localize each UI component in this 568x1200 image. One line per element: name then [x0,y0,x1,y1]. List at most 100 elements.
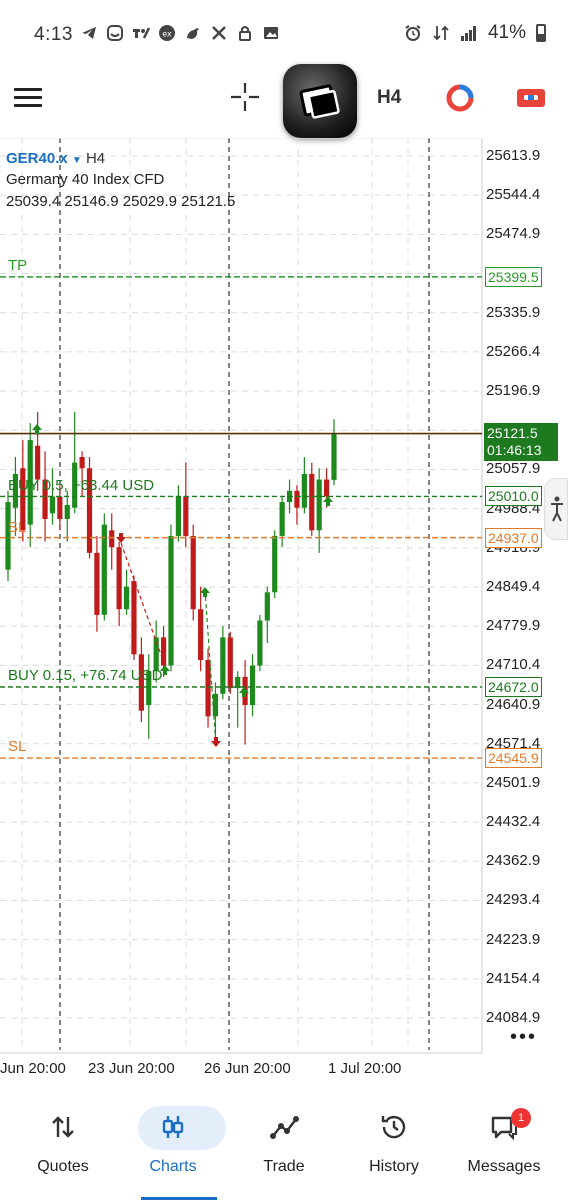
time-axis-label: 26 Jun 20:00 [204,1060,291,1077]
exness-icon: ex [159,25,175,41]
price-axis-label: 24293.4 [486,891,541,909]
buy2-label[interactable]: BUY 0.15, +76.74 USD [8,667,162,684]
price-axis-label: 25196.9 [486,382,541,400]
data-transfer-icon [433,25,449,41]
candle-body [309,473,315,531]
buy-arrow-icon [323,496,333,506]
current-price-tag: 25121.5 01:46:13 [484,423,558,461]
price-axis-label: 25266.4 [486,342,541,360]
sl2-price-tag: 24545.9 [485,748,542,768]
sell-arrow-icon [116,533,126,543]
candle-body [198,609,204,660]
tp-label[interactable]: TP [8,257,27,274]
sl1-label[interactable]: SL [8,519,26,536]
alarm-icon [405,25,421,41]
accessibility-icon [551,496,563,522]
nav-charts[interactable]: Charts [118,1098,228,1188]
price-axis-label: 24779.9 [486,617,541,635]
price-axis-label: 25474.9 [486,225,541,243]
nav-trade[interactable]: Trade [229,1098,339,1188]
time-axis-label: 1 Jul 20:00 [328,1060,402,1077]
time-axis-label: Jun 20:00 [0,1060,66,1077]
price-axis-label: 25057.9 [486,460,541,478]
nav-trade-label: Trade [263,1158,305,1175]
candle-body [220,637,226,694]
ohlc-values: 25039.4 25146.9 25029.9 25121.5 [6,193,236,210]
charts-icon [162,1116,184,1138]
timeframe-button[interactable]: H4 [377,87,401,109]
price-axis-label: 24501.9 [486,773,541,791]
chart-canvas[interactable] [0,138,568,1060]
nav-messages-label: Messages [467,1158,541,1175]
candle-body [168,535,174,666]
symbol-header[interactable]: GER40.x ▼ H4 [6,150,105,167]
price-axis-label: 24849.4 [486,578,541,595]
candle-body [79,456,85,469]
menu-icon[interactable] [14,88,42,108]
candle-body [316,479,322,531]
candle-body [301,473,307,508]
candle-body [64,504,70,520]
candle-body [227,637,233,689]
price-axis-label: 24362.9 [486,852,541,870]
messages-badge: 1 [511,1108,531,1128]
bottom-edge [0,1192,568,1200]
crosshair-icon[interactable] [230,82,260,112]
nav-history[interactable]: History [339,1098,449,1188]
buy1-label[interactable]: BUY 0.5, +63.44 USD [8,477,154,494]
candle-body [131,581,137,655]
gallery-icon [264,27,278,39]
lock-icon [239,26,251,41]
candle-body [183,496,189,536]
symbol-name[interactable]: GER40.x [6,150,68,167]
price-axis-label: 24084.9 [486,1009,541,1026]
notification-icons: ex [80,24,280,42]
buy-arrow-icon [32,424,42,434]
symbol-dropdown-icon[interactable]: ▼ [72,155,82,166]
indicators-icon[interactable] [446,84,474,112]
price-axis-label: 24432.4 [486,813,541,831]
candle-body [272,535,278,593]
buy1-price-tag: 25010.0 [485,486,542,506]
candle-body [35,445,41,480]
sl1-price-tag: 24937.0 [485,528,542,548]
candle-body [116,547,122,610]
price-axis-label: 25613.9 [486,147,541,164]
sl2-label[interactable]: SL [8,738,26,755]
status-time: 4:13 [34,24,73,45]
nav-messages[interactable]: 1 Messages [449,1098,559,1188]
grid [0,138,483,1054]
candle-body [257,620,263,666]
candle-body [160,637,167,666]
price-chart[interactable]: GER40.x ▼ H4 Germany 40 Index CFD 25039.… [0,138,568,1077]
price-axis-label: 24223.9 [486,930,541,948]
accessibility-handle[interactable] [544,478,568,540]
price-axis-label: 25335.9 [486,303,541,321]
battery-icon [536,24,546,42]
bottom-navigation: Quotes Charts Trade History 1 Messages [0,1098,568,1200]
battery-percent: 41% [487,22,526,43]
candle-body [94,552,100,615]
price-axis-label: 25544.4 [486,186,541,204]
candle-body [49,496,56,514]
candle-body [249,665,256,706]
nav-quotes[interactable]: Quotes [8,1098,118,1188]
candle-body [331,433,337,480]
nav-charts-label: Charts [149,1158,197,1175]
candles [5,411,337,745]
candle-body [109,530,115,548]
sell-arrow-icon [211,737,221,747]
symbol-description: Germany 40 Index CFD [6,171,165,188]
buy2-price-tag: 24672.0 [485,677,542,697]
current-price: 25121.5 [487,425,538,441]
more-options-icon[interactable]: ••• [510,1026,537,1049]
candle-body [294,490,300,508]
svg-text:ex: ex [162,30,172,39]
price-axis-label: 24710.4 [486,656,541,674]
app-logo[interactable] [283,64,357,138]
candle-body [123,586,130,610]
candle-body [175,496,182,536]
trade-objects-icon[interactable] [516,87,546,109]
telegram-icon [82,27,96,39]
candle-body [57,496,63,520]
